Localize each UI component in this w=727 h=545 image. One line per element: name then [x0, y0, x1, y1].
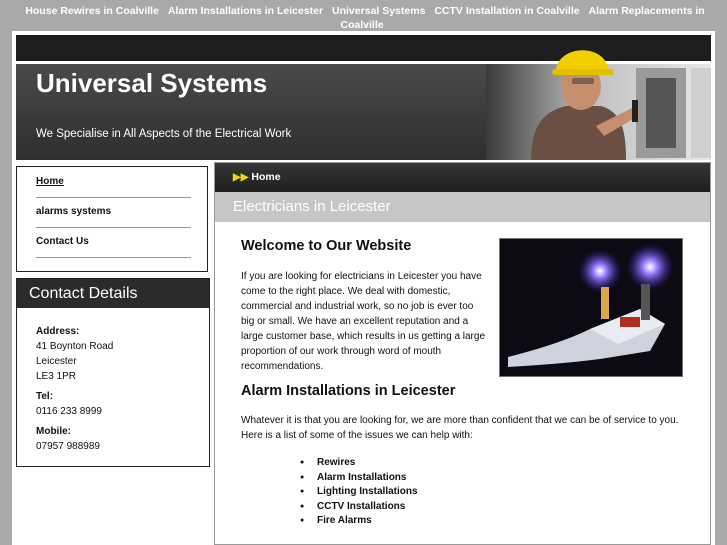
mobile-value: 07957 988989 — [36, 441, 100, 452]
contact-heading: Contact Details — [17, 279, 209, 308]
sidebar-item-home[interactable]: Home — [36, 167, 191, 198]
tel-label: Tel: — [36, 391, 54, 402]
site-tagline: We Specialise in All Aspects of the Elec… — [36, 128, 292, 140]
list-item: Rewires — [300, 456, 418, 471]
mobile-label: Mobile: — [36, 426, 71, 437]
electrician-photo — [486, 34, 711, 160]
address-line: 41 Boynton Road — [36, 341, 114, 352]
list-item: Fire Alarms — [300, 514, 418, 529]
alarm-paragraph: Whatever it is that you are looking for,… — [241, 415, 679, 441]
welcome-paragraph: If you are looking for electricians in L… — [241, 271, 486, 372]
welcome-heading: Welcome to Our Website — [241, 238, 412, 254]
list-item: CCTV Installations — [300, 500, 418, 515]
contact-details-box: Contact Details Address: 41 Boynton Road… — [16, 278, 210, 467]
sidebar-menu: Home alarms systems Contact Us — [16, 166, 208, 272]
page-banner: Electricians in Leicester — [215, 192, 710, 222]
tel-value: 0116 233 8999 — [36, 406, 102, 417]
list-item: Alarm Installations — [300, 471, 418, 486]
top-nav-link[interactable]: Alarm Installations in Leicester — [168, 5, 323, 17]
address-line: LE3 1PR — [36, 371, 77, 382]
sidebar-item-contact-us[interactable]: Contact Us — [36, 227, 191, 258]
sidebar-item-alarms-systems[interactable]: alarms systems — [36, 197, 191, 228]
top-nav-link[interactable]: House Rewires in Coalville — [25, 5, 159, 17]
top-navigation: House Rewires in Coalville Alarm Install… — [12, 0, 715, 31]
double-arrow-icon: ▶▶ — [233, 172, 249, 183]
page-frame: Universal Systems We Specialise in All A… — [12, 31, 715, 545]
list-item: Lighting Installations — [300, 485, 417, 500]
address-line: Leicester — [36, 356, 77, 367]
address-label: Address: — [36, 326, 80, 337]
top-nav-link[interactable]: CCTV Installation in Coalville — [434, 5, 579, 17]
site-header: Universal Systems We Specialise in All A… — [16, 50, 711, 160]
top-nav-link[interactable]: Universal Systems — [332, 5, 425, 17]
services-list: Rewires Alarm Installations Lighting Ins… — [300, 456, 418, 529]
main-content: ▶▶ Home Electricians in Leicester Welcome… — [214, 162, 711, 545]
site-title: Universal Systems — [36, 68, 268, 98]
alarm-heading: Alarm Installations in Leicester — [241, 383, 456, 399]
electric-plug-photo — [499, 238, 683, 377]
breadcrumb-home-link[interactable]: Home — [251, 171, 280, 183]
breadcrumb: ▶▶ Home — [215, 163, 710, 192]
contact-body: Address: 41 Boynton Road Leicester LE3 1… — [17, 308, 209, 454]
